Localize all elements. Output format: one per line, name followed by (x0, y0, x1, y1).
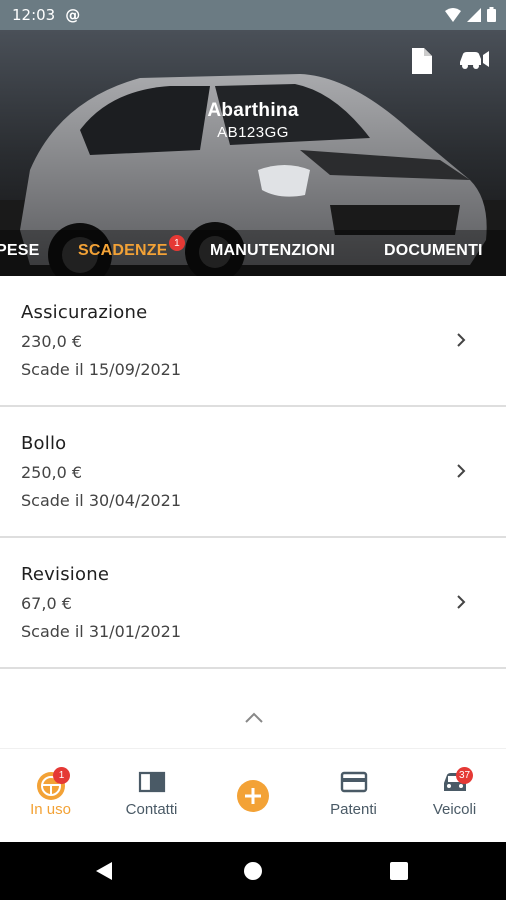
deadline-amount: 250,0 € (21, 463, 83, 482)
deadline-title: Assicurazione (21, 302, 148, 323)
nav-veicoli-badge: 37 (456, 767, 473, 784)
status-bar: 12:03 @ (0, 0, 506, 30)
status-icons (445, 7, 496, 22)
nav-label: Contatti (125, 801, 178, 818)
system-navigation-bar (0, 842, 506, 900)
nav-add[interactable] (202, 749, 303, 843)
nav-label: In uso (30, 801, 71, 818)
vehicle-plate: AB123GG (217, 124, 289, 141)
nav-in-uso[interactable]: 1 In uso (0, 749, 101, 843)
nav-veicoli[interactable]: 37 Veicoli (404, 749, 505, 843)
add-circle-icon (236, 780, 269, 812)
deadline-due-date: Scade il 30/04/2021 (21, 491, 182, 510)
document-icon[interactable] (410, 48, 432, 74)
chevron-right-icon (457, 333, 466, 347)
deadline-title: Bollo (21, 433, 67, 454)
home-icon[interactable] (244, 862, 262, 880)
deadline-title: Revisione (21, 564, 110, 585)
at-sign-icon: @ (65, 6, 81, 24)
battery-icon (487, 7, 496, 22)
tab-manutenzioni[interactable]: MANUTENZIONI (210, 242, 335, 260)
tab-documenti[interactable]: DOCUMENTI (384, 242, 483, 260)
nav-label: Veicoli (432, 801, 477, 818)
section-tabs: PESE SCADENZE 1 MANUTENZIONI DOCUMENTI (0, 230, 506, 276)
vehicle-name: Abarthina (207, 100, 299, 121)
tab-scadenze[interactable]: SCADENZE (78, 242, 168, 260)
car-sound-icon[interactable] (458, 48, 490, 70)
tab-scadenze-badge: 1 (169, 235, 185, 251)
nav-in-uso-badge: 1 (53, 767, 70, 784)
chevron-right-icon (457, 464, 466, 478)
deadline-due-date: Scade il 31/01/2021 (21, 622, 182, 641)
card-icon (340, 771, 367, 793)
chevron-up-icon[interactable] (244, 712, 264, 724)
nav-patenti[interactable]: Patenti (303, 749, 404, 843)
vehicle-hero: Abarthina AB123GG PESE SCADENZE 1 MANUTE… (0, 30, 506, 276)
deadline-due-date: Scade il 15/09/2021 (21, 360, 182, 379)
recents-icon[interactable] (390, 862, 408, 880)
bottom-nav: 1 In uso Contatti Patenti 37 Veicoli (0, 748, 506, 843)
wifi-icon (445, 7, 461, 22)
chevron-right-icon (457, 595, 466, 609)
deadline-card-revisione[interactable]: Revisione 67,0 € Scade il 31/01/2021 (0, 538, 506, 669)
nav-label: Patenti (330, 801, 377, 818)
deadline-amount: 230,0 € (21, 332, 83, 351)
back-icon[interactable] (96, 862, 114, 880)
nav-contatti[interactable]: Contatti (101, 749, 202, 843)
tab-spese[interactable]: PESE (0, 242, 40, 260)
book-icon (138, 771, 165, 793)
deadlines-list: Assicurazione 230,0 € Scade il 15/09/202… (0, 276, 506, 669)
deadline-card-bollo[interactable]: Bollo 250,0 € Scade il 30/04/2021 (0, 407, 506, 538)
hero-actions (410, 48, 490, 74)
status-time: 12:03 (12, 6, 56, 24)
signal-icon (467, 7, 481, 22)
deadline-amount: 67,0 € (21, 594, 72, 613)
deadline-card-assicurazione[interactable]: Assicurazione 230,0 € Scade il 15/09/202… (0, 276, 506, 407)
